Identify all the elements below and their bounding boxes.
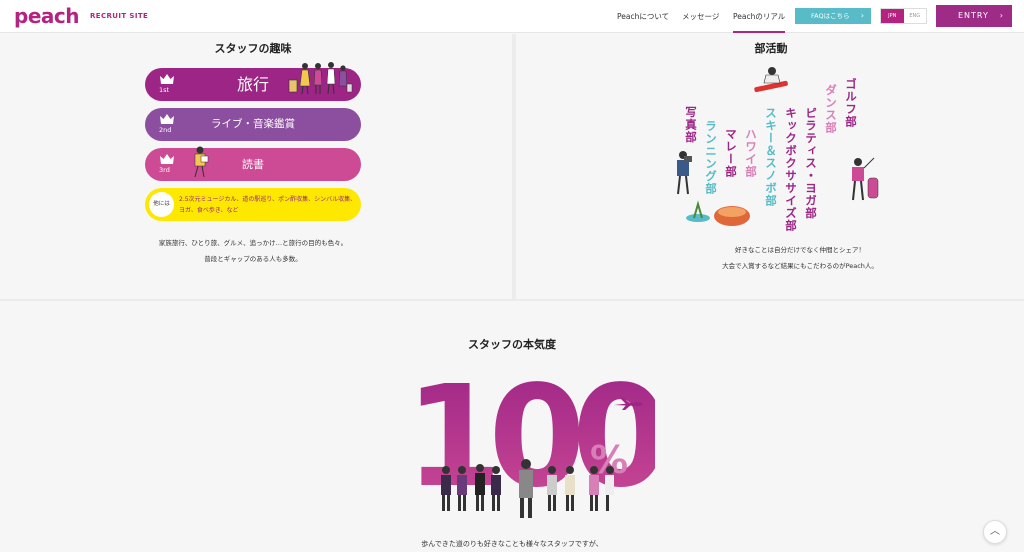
hobbies-title: スタッフの趣味 [214, 42, 292, 55]
language-switch[interactable]: JPN ENG [880, 8, 927, 24]
club-photo: 写真部 [684, 106, 698, 144]
other-label: 他には [149, 192, 174, 217]
clubs-title: 部活動 [754, 42, 788, 55]
nav-link-real[interactable]: Peachのリアル [733, 0, 786, 33]
golfer-illustration [852, 157, 879, 201]
food-illustration [686, 200, 750, 226]
club-malay: マレー部 [724, 128, 738, 178]
chevron-right-icon: › [999, 11, 1004, 20]
other-hobbies-text: 2.5次元ミュージカル、道の駅巡り、ポン酢収集、シンバル収集、ヨガ、食べ歩き、な… [179, 196, 357, 214]
scroll-to-top-button[interactable]: ︿ [983, 520, 1007, 544]
recruit-site-label: RECRUIT SITE [90, 12, 149, 20]
club-dance: ダンス部 [824, 84, 838, 134]
entry-button[interactable]: ENTRY › [936, 5, 1012, 27]
snowboarder-illustration [754, 67, 788, 93]
hobbies-desc-2: 普段とギャップのある人も多数。 [204, 255, 302, 263]
airplane-icon [614, 398, 643, 410]
clubs-desc-2: 大会で入賞するなど結果にもこだわるのがPeach人。 [722, 262, 878, 270]
rank-1-travel: 1st 旅行 [145, 62, 361, 101]
club-pilates-yoga: ピラティス・ヨガ部 [804, 107, 818, 220]
lang-jpn[interactable]: JPN [881, 9, 904, 23]
lang-eng[interactable]: ENG [903, 9, 926, 23]
faq-button[interactable]: FAQはこちら › [795, 8, 871, 24]
club-running: ランニング部 [704, 120, 718, 195]
chevron-right-icon: › [860, 11, 864, 20]
rank-3-reading: 3rd 読書 [145, 146, 361, 181]
rank-2-live-music: 2nd ライブ・音楽鑑賞 [145, 108, 361, 141]
faq-label: FAQはこちら [811, 12, 850, 20]
section-divider [0, 299, 1024, 301]
motivation-title: スタッフの本気度 [468, 338, 556, 351]
clubs-desc-1: 好きなことは自分だけでなく仲間とシェア！ [735, 246, 865, 254]
peach-logo[interactable]: peach [14, 4, 79, 28]
club-golf: ゴルフ部 [844, 78, 858, 128]
nav-link-about[interactable]: Peachについて [617, 0, 669, 33]
club-kickboxercise: キックボクササイズ部 [784, 107, 798, 232]
nav-item-about[interactable]: Peachについて [617, 0, 669, 33]
other-hobbies: 他には 2.5次元ミュージカル、道の駅巡り、ポン酢収集、シンバル収集、ヨガ、食べ… [145, 188, 361, 221]
staff-group-illustration [441, 459, 614, 518]
travelers-illustration [288, 62, 353, 95]
motivation-desc: 歩んできた道のりも好きなことも様々なスタッフですが、 [421, 540, 603, 548]
site-header: peach RECRUIT SITE Peachについて メッセージ Peach… [0, 0, 1024, 33]
photographer-illustration [677, 151, 692, 195]
club-ski-snowboard: スキー＆スノボ部 [764, 107, 778, 207]
entry-label: ENTRY [958, 11, 989, 20]
rank-label: ライブ・音楽鑑賞 [211, 118, 295, 130]
nav-item-real[interactable]: Peachのリアル [733, 0, 786, 33]
nav-link-message[interactable]: メッセージ [682, 0, 719, 33]
rank-label: 読書 [242, 158, 264, 171]
hobbies-desc-1: 家族旅行、ひとり旅、グルメ、追っかけ…と旅行の目的も色々。 [158, 239, 348, 247]
club-hawaii: ハワイ部 [744, 128, 758, 178]
nav-item-message[interactable]: メッセージ [682, 0, 719, 33]
reader-illustration [194, 146, 209, 178]
chevron-up-icon: ︿ [990, 526, 1000, 537]
